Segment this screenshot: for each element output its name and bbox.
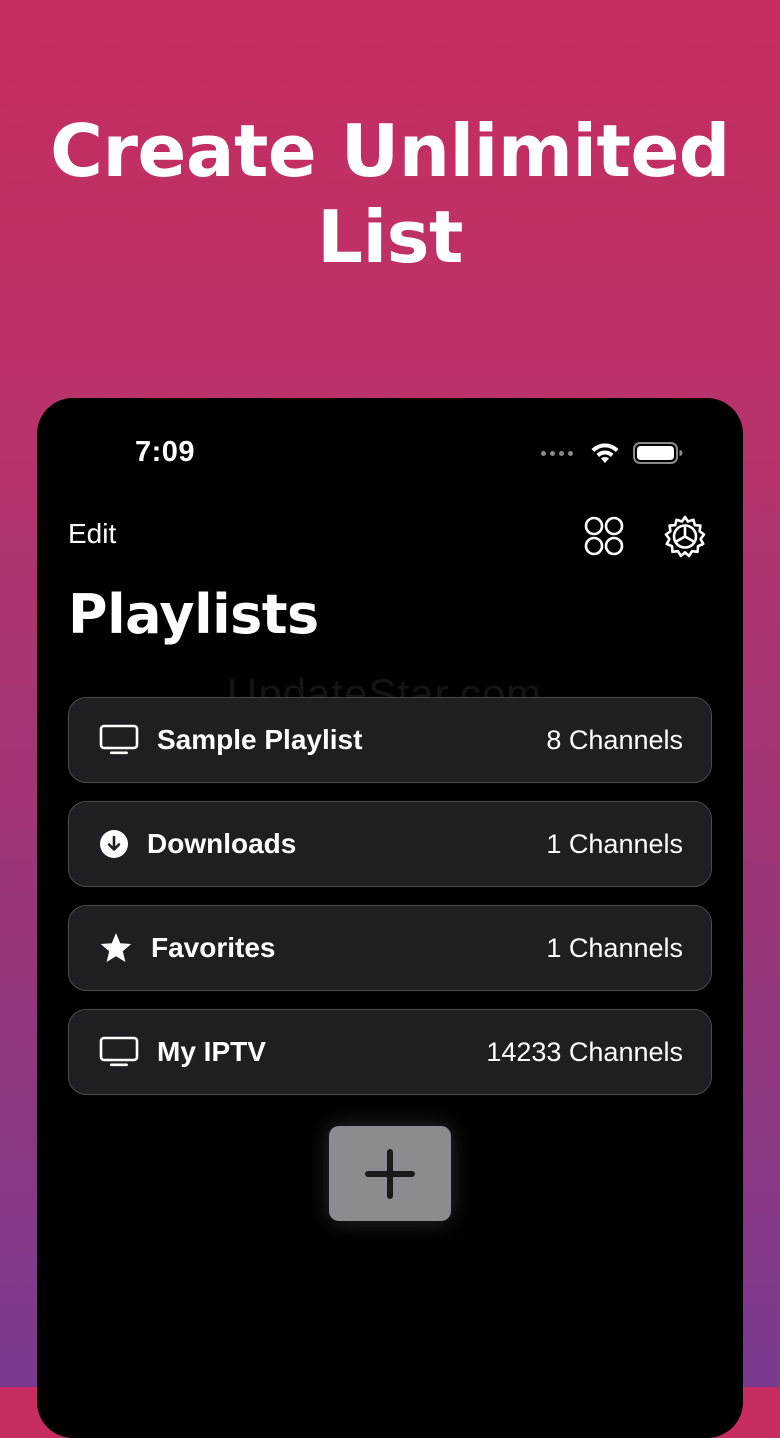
wifi-icon [591, 443, 619, 463]
tv-icon [99, 1036, 139, 1067]
grid-icon[interactable] [583, 515, 625, 557]
promo-headline: Create Unlimited List [0, 108, 780, 280]
download-icon [100, 830, 128, 858]
signal-dots-icon [541, 450, 573, 456]
add-playlist-button[interactable] [329, 1126, 451, 1221]
status-time: 7:09 [135, 436, 196, 468]
playlist-count: 14233 Channels [486, 1036, 683, 1067]
playlist-row-favorites[interactable]: Favorites 1 Channels [68, 905, 712, 991]
headline-line-2: List [317, 195, 463, 279]
playlist-count: 8 Channels [546, 724, 683, 755]
edit-button[interactable]: Edit [68, 518, 116, 550]
playlist-name: Favorites [151, 932, 276, 963]
playlist-row-downloads[interactable]: Downloads 1 Channels [68, 801, 712, 887]
phone-screen: 7:09 Edit Playlists UpdateStar.com Sampl… [37, 398, 743, 1438]
playlist-row-sample-playlist[interactable]: Sample Playlist 8 Channels [68, 697, 712, 783]
tv-icon [99, 724, 139, 755]
playlist-count: 1 Channels [546, 828, 683, 859]
headline-line-1: Create Unlimited [50, 109, 730, 193]
nav-actions [583, 514, 707, 558]
playlist-name: Sample Playlist [157, 724, 363, 755]
playlist-list: Sample Playlist 8 Channels Downloads 1 C… [68, 697, 712, 1113]
playlist-name: Downloads [147, 828, 297, 859]
status-icons [541, 438, 683, 468]
playlist-count: 1 Channels [546, 932, 683, 963]
page-title: Playlists [68, 583, 319, 646]
playlist-row-my-iptv[interactable]: My IPTV 14233 Channels [68, 1009, 712, 1095]
plus-icon [365, 1148, 415, 1199]
playlist-name: My IPTV [157, 1036, 266, 1067]
settings-icon[interactable] [663, 514, 707, 558]
battery-icon [633, 442, 683, 464]
star-icon [100, 933, 132, 962]
